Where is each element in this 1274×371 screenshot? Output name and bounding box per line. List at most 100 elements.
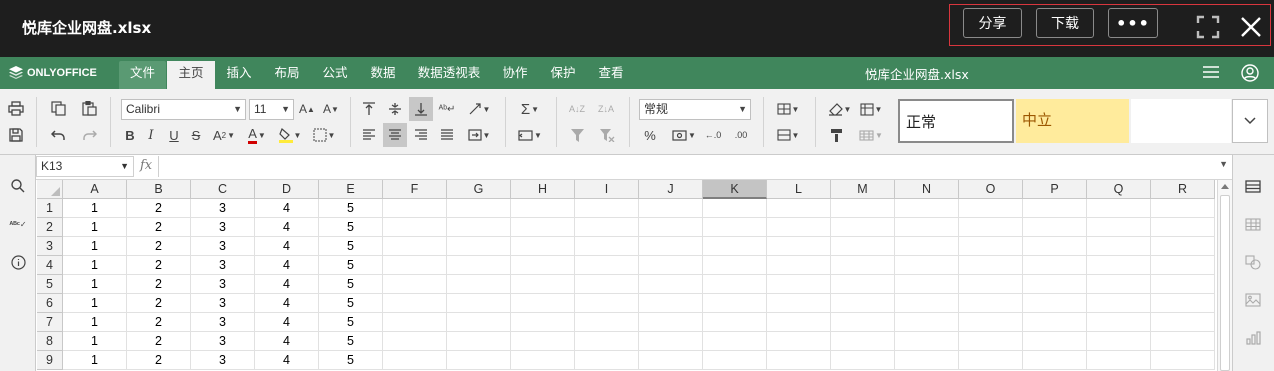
grid-cell[interactable] — [639, 275, 703, 294]
row-header[interactable]: 6 — [37, 294, 63, 313]
grid-cell[interactable] — [383, 256, 447, 275]
row-header[interactable]: 4 — [37, 256, 63, 275]
borders-icon[interactable]: ▼ — [310, 125, 338, 145]
tab-formula[interactable]: 公式 — [315, 61, 355, 89]
grid-cell[interactable]: 1 — [63, 237, 127, 256]
select-all-corner[interactable] — [37, 180, 63, 199]
grid-cell[interactable]: 5 — [319, 218, 383, 237]
grid-cell[interactable] — [767, 351, 831, 370]
grid-cell[interactable] — [447, 351, 511, 370]
grid-cell[interactable] — [767, 218, 831, 237]
grid-cell[interactable] — [959, 218, 1023, 237]
grid-cell[interactable] — [703, 294, 767, 313]
grid-cell[interactable]: 1 — [63, 199, 127, 218]
grid-cell[interactable] — [639, 313, 703, 332]
column-header[interactable]: J — [639, 180, 703, 199]
table-settings-icon[interactable] — [1243, 214, 1263, 234]
fullscreen-icon[interactable] — [1196, 15, 1220, 39]
column-header[interactable]: F — [383, 180, 447, 199]
grid-cell[interactable] — [895, 332, 959, 351]
bold-icon[interactable]: B — [120, 125, 140, 145]
align-bottom-icon[interactable] — [409, 97, 433, 121]
text-orientation-icon[interactable]: ▼ — [465, 99, 493, 119]
grid-cell[interactable]: 2 — [127, 332, 191, 351]
column-header[interactable]: P — [1023, 180, 1087, 199]
tab-view[interactable]: 查看 — [591, 61, 631, 89]
grid-cell[interactable] — [575, 332, 639, 351]
grid-cell[interactable] — [959, 199, 1023, 218]
grid-cell[interactable] — [1023, 332, 1087, 351]
formula-input[interactable] — [158, 156, 1230, 177]
user-icon[interactable] — [1241, 64, 1259, 85]
grid-cell[interactable] — [447, 275, 511, 294]
row-header[interactable]: 2 — [37, 218, 63, 237]
grid-cell[interactable]: 4 — [255, 237, 319, 256]
share-button[interactable]: 分享 — [963, 8, 1022, 38]
grid-cell[interactable] — [575, 351, 639, 370]
column-header[interactable]: G — [447, 180, 511, 199]
column-header[interactable]: H — [511, 180, 575, 199]
grid-cell[interactable]: 5 — [319, 332, 383, 351]
print-icon[interactable] — [6, 98, 26, 118]
fill-color-icon[interactable]: ▼ — [276, 125, 304, 145]
grid-cell[interactable] — [767, 199, 831, 218]
grid-cell[interactable] — [511, 332, 575, 351]
close-icon[interactable] — [1240, 16, 1262, 38]
grid-cell[interactable] — [767, 332, 831, 351]
grid-cell[interactable] — [703, 218, 767, 237]
cell-style-normal[interactable]: 正常 — [898, 99, 1014, 143]
grid-cell[interactable] — [383, 294, 447, 313]
grid-cell[interactable] — [447, 237, 511, 256]
grid-cell[interactable] — [1087, 237, 1151, 256]
grid-cell[interactable] — [895, 313, 959, 332]
function-icon[interactable]: fx — [140, 158, 152, 173]
grid-cell[interactable]: 1 — [63, 294, 127, 313]
column-header[interactable]: C — [191, 180, 255, 199]
column-header[interactable]: E — [319, 180, 383, 199]
grid-cell[interactable]: 2 — [127, 256, 191, 275]
grid-cell[interactable] — [895, 275, 959, 294]
chevron-down-icon[interactable]: ▼ — [1219, 159, 1228, 169]
name-box[interactable]: K13 ▼ — [36, 156, 134, 177]
grid-cell[interactable] — [1023, 237, 1087, 256]
grid-cell[interactable]: 4 — [255, 294, 319, 313]
column-header[interactable]: L — [767, 180, 831, 199]
row-header[interactable]: 3 — [37, 237, 63, 256]
grid-cell[interactable] — [1087, 256, 1151, 275]
tab-protection[interactable]: 保护 — [543, 61, 583, 89]
grid-cell[interactable] — [895, 351, 959, 370]
grid-cell[interactable] — [1087, 332, 1151, 351]
grid-cell[interactable] — [383, 351, 447, 370]
shape-settings-icon[interactable] — [1243, 252, 1263, 272]
grid-cell[interactable]: 4 — [255, 275, 319, 294]
tab-home[interactable]: 主页 — [167, 61, 215, 89]
search-icon[interactable] — [8, 176, 28, 196]
wrap-text-icon[interactable]: ᴬᵇ↵ — [437, 99, 457, 119]
grid-cell[interactable]: 1 — [63, 275, 127, 294]
currency-icon[interactable]: ▼ — [671, 125, 697, 145]
sort-ascending-icon[interactable]: A↓Z — [567, 99, 587, 119]
grid-cell[interactable] — [1151, 199, 1215, 218]
delete-cells-icon[interactable]: ▼ — [774, 125, 802, 145]
grid-cell[interactable] — [1087, 313, 1151, 332]
grid-cell[interactable] — [575, 313, 639, 332]
grid-cell[interactable] — [1151, 218, 1215, 237]
grid-cell[interactable]: 5 — [319, 313, 383, 332]
named-range-icon[interactable]: ▼ — [516, 125, 544, 145]
align-middle-icon[interactable] — [385, 99, 405, 119]
grid-cell[interactable]: 2 — [127, 275, 191, 294]
percent-icon[interactable]: % — [640, 125, 660, 145]
grid-cell[interactable] — [703, 256, 767, 275]
grid-cell[interactable] — [1151, 332, 1215, 351]
download-button[interactable]: 下载 — [1036, 8, 1094, 38]
grid-cell[interactable]: 5 — [319, 199, 383, 218]
grid-cell[interactable]: 3 — [191, 237, 255, 256]
info-icon[interactable] — [8, 252, 28, 272]
grid-cell[interactable]: 1 — [63, 313, 127, 332]
grid-cell[interactable]: 5 — [319, 237, 383, 256]
grid-cell[interactable] — [575, 256, 639, 275]
grid-cell[interactable] — [1023, 275, 1087, 294]
grid-cell[interactable]: 4 — [255, 218, 319, 237]
grid-cell[interactable] — [703, 313, 767, 332]
paste-icon[interactable] — [79, 98, 99, 118]
